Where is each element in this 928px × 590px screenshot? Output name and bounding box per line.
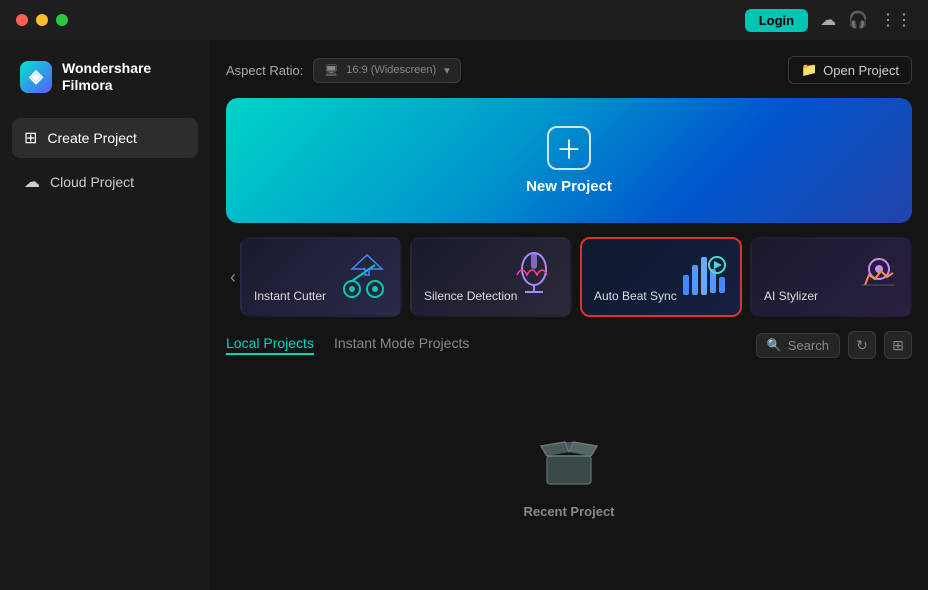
empty-box-visual — [537, 428, 601, 492]
main-content: Aspect Ratio: 🖥 16:9 (Widescreen) ▾ 📁 Op… — [210, 40, 928, 590]
view-toggle-button[interactable]: ⊞ — [884, 331, 912, 359]
feature-card-silence-detection[interactable]: Silence Detection — [410, 237, 572, 317]
new-project-icon: ＋ — [547, 126, 591, 170]
search-placeholder: Search — [788, 338, 829, 353]
folder-icon: 📁 — [801, 62, 817, 78]
grid-icon[interactable]: ⋮⋮ — [880, 10, 912, 30]
ai-stylizer-visual — [844, 247, 904, 307]
search-box[interactable]: 🔍 Search — [756, 333, 840, 358]
create-project-icon: ⊞ — [24, 128, 37, 148]
close-window-button[interactable] — [16, 14, 28, 26]
auto-beat-sync-visual — [674, 247, 734, 307]
titlebar: Login ☁ 🎧 ⋮⋮ — [0, 0, 928, 40]
aspect-ratio-select[interactable]: 🖥 16:9 (Widescreen) ▾ — [313, 58, 460, 83]
ai-stylizer-label: AI Stylizer — [764, 289, 818, 303]
brand-logo: ◈ — [20, 61, 52, 93]
refresh-button[interactable]: ↻ — [848, 331, 876, 359]
minimize-window-button[interactable] — [36, 14, 48, 26]
open-project-button[interactable]: 📁 Open Project — [788, 56, 912, 84]
cloud-icon[interactable]: ☁ — [820, 10, 836, 30]
window-controls — [16, 14, 68, 26]
titlebar-right: Login ☁ 🎧 ⋮⋮ — [745, 9, 912, 32]
sidebar-item-cloud-label: Cloud Project — [50, 174, 134, 190]
tab-local-projects[interactable]: Local Projects — [226, 335, 314, 355]
feature-row: ‹ Instant Cutter — [226, 237, 912, 317]
tabs-row: Local Projects Instant Mode Projects 🔍 S… — [226, 331, 912, 359]
empty-state: Recent Project — [226, 373, 912, 574]
auto-beat-sync-label: Auto Beat Sync — [594, 289, 677, 303]
open-project-label: Open Project — [823, 63, 899, 78]
new-project-label: New Project — [526, 178, 612, 195]
aspect-ratio-chevron: ▾ — [444, 64, 450, 77]
headset-icon[interactable]: 🎧 — [848, 10, 868, 30]
search-area: 🔍 Search ↻ ⊞ — [756, 331, 912, 359]
aspect-ratio-label: Aspect Ratio: — [226, 63, 303, 78]
aspect-ratio-value: 16:9 (Widescreen) — [346, 64, 436, 76]
feature-card-auto-beat-sync[interactable]: Auto Beat Sync — [580, 237, 742, 317]
empty-state-label: Recent Project — [523, 504, 614, 519]
new-project-banner[interactable]: ＋ New Project — [226, 98, 912, 223]
tab-instant-mode[interactable]: Instant Mode Projects — [334, 335, 469, 355]
project-tabs: Local Projects Instant Mode Projects — [226, 335, 469, 355]
sidebar-item-create-label: Create Project — [47, 130, 136, 146]
instant-cutter-label: Instant Cutter — [254, 289, 326, 303]
maximize-window-button[interactable] — [56, 14, 68, 26]
brand-name: Wondershare Filmora — [62, 60, 151, 94]
feature-prev-button[interactable]: ‹ — [226, 267, 240, 288]
aspect-ratio-screen-icon: 🖥 — [324, 64, 338, 77]
app-body: ◈ Wondershare Filmora ⊞ Create Project ☁… — [0, 40, 928, 590]
cloud-project-icon: ☁ — [24, 172, 40, 192]
instant-cutter-visual — [334, 247, 394, 307]
search-icon: 🔍 — [767, 338, 782, 352]
sidebar-item-cloud-project[interactable]: ☁ Cloud Project — [12, 162, 198, 202]
login-button[interactable]: Login — [745, 9, 808, 32]
feature-card-instant-cutter[interactable]: Instant Cutter — [240, 237, 402, 317]
feature-card-ai-stylizer[interactable]: AI Stylizer — [750, 237, 912, 317]
brand: ◈ Wondershare Filmora — [12, 60, 198, 118]
aspect-bar: Aspect Ratio: 🖥 16:9 (Widescreen) ▾ 📁 Op… — [226, 56, 912, 84]
feature-cards: Instant Cutter Silence Detection — [240, 237, 912, 317]
sidebar-item-create-project[interactable]: ⊞ Create Project — [12, 118, 198, 158]
sidebar: ◈ Wondershare Filmora ⊞ Create Project ☁… — [0, 40, 210, 590]
silence-detection-label: Silence Detection — [424, 289, 517, 303]
